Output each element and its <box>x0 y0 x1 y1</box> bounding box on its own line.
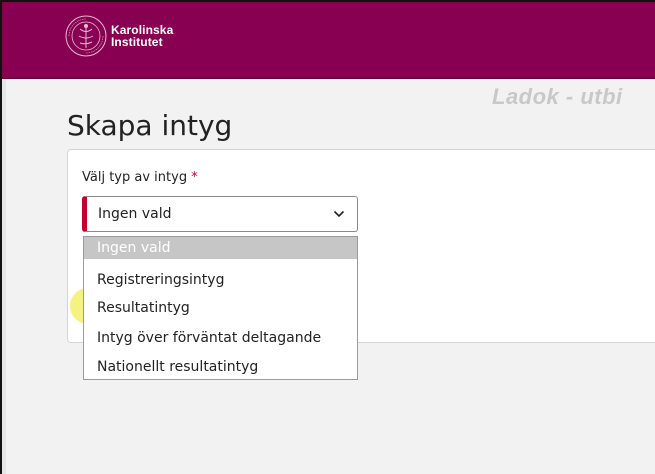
karolinska-seal-icon <box>65 15 107 57</box>
option-nationellt-resultatintyg[interactable]: Nationellt resultatintyg <box>84 356 357 378</box>
brand-line-2: Institutet <box>111 35 163 49</box>
option-registreringsintyg[interactable]: Registreringsintyg <box>84 269 357 291</box>
app-window: Karolinska Institutet Ladok - utbi Skapa… <box>0 0 655 474</box>
option-resultatintyg[interactable]: Resultatintyg <box>84 297 357 319</box>
certificate-type-select-value: Ingen vald <box>98 206 172 222</box>
certificate-type-label-text: Välj typ av intyg <box>82 170 188 185</box>
chevron-down-icon <box>333 210 345 218</box>
certificate-type-label: Välj typ av intyg * <box>82 170 198 185</box>
top-header-bar: Karolinska Institutet <box>2 2 655 79</box>
app-title: Ladok - utbi <box>492 84 623 109</box>
page-title: Skapa intyg <box>67 109 233 142</box>
option-intyg-over-forvantat-deltagande[interactable]: Intyg över förväntat deltagande <box>84 327 357 349</box>
brand-name: Karolinska Institutet <box>111 24 173 48</box>
left-rail <box>2 79 6 474</box>
option-ingen-vald[interactable]: Ingen vald <box>84 237 357 259</box>
certificate-type-select[interactable]: Ingen vald <box>82 196 358 232</box>
certificate-type-options: Ingen vald Registreringsintyg Resultatin… <box>83 236 358 380</box>
window-border-top <box>0 0 655 2</box>
required-marker: * <box>191 170 198 185</box>
karolinska-logo[interactable]: Karolinska Institutet <box>64 14 173 58</box>
window-border-left <box>0 0 2 474</box>
